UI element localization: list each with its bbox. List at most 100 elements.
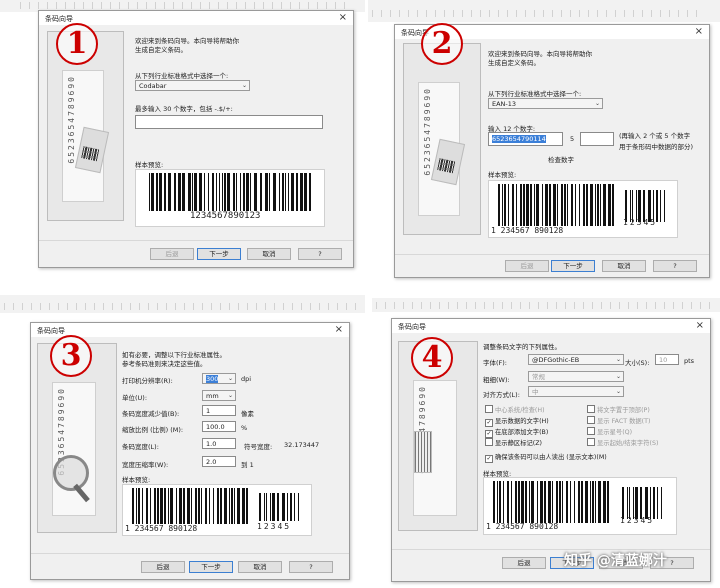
barcode-sticker-icon <box>430 138 466 186</box>
intro-line-2: 参考条码准则来决定这些值。 <box>122 360 207 368</box>
help-button[interactable]: ? <box>298 248 342 260</box>
cancel-button[interactable]: 取消 <box>238 561 282 573</box>
close-icon[interactable]: × <box>339 12 347 23</box>
alignment-select[interactable]: 中 ⌄ <box>528 386 624 397</box>
back-button[interactable]: 后退 <box>502 557 546 569</box>
field-label-bar-width: 条码宽度(L): <box>122 443 159 451</box>
barcode-bar <box>178 173 181 211</box>
barcode-bar <box>622 487 624 519</box>
back-button[interactable]: 后退 <box>150 248 194 260</box>
barcode-bar <box>191 488 192 524</box>
button-divider <box>31 553 349 554</box>
human-readable-checkbox[interactable]: ✓ 确保该条码可以由人读出 (显示文本)(M) <box>485 452 607 463</box>
bar-width-reduction-unit: 像素 <box>241 410 254 418</box>
barcode-bar <box>518 481 520 523</box>
barcode-format-select[interactable]: Codabar ⌄ <box>135 80 250 91</box>
industry-format-label: 从下列行业标准格式中选择一个: <box>488 90 582 98</box>
next-button[interactable]: 下一步 <box>197 248 241 260</box>
barcode-bar <box>174 173 176 211</box>
show-fact-data-label: 显示 FACT 数据(T) <box>597 418 651 425</box>
sample-preview-label: 样本预览: <box>122 476 151 484</box>
addon-hint-line-2: 用于条形码中数据的部分) <box>619 143 694 151</box>
barcode-bar <box>157 488 159 524</box>
close-icon[interactable]: × <box>696 320 704 331</box>
barcode-bar <box>220 488 222 524</box>
barcode-format-select[interactable]: EAN-13 ⌄ <box>488 98 603 109</box>
barcode-label-card: 6523654789690 <box>52 382 96 516</box>
barcode-bar <box>567 184 568 226</box>
text-at-bottom-checkbox[interactable]: ✓ 在底部添加文字(B) <box>485 427 548 438</box>
help-button[interactable]: ? <box>289 561 333 573</box>
barcode-bar <box>603 184 606 226</box>
field-label-units: 单位(U): <box>122 394 148 402</box>
barcode-bar <box>516 184 517 226</box>
barcode-bar <box>557 184 558 226</box>
center-check-checkbox[interactable]: 中心系统/检查(H) <box>485 405 545 414</box>
barcode-bar <box>287 493 288 521</box>
sample-preview-label: 样本预览: <box>488 171 517 179</box>
addon-digits-input[interactable] <box>580 132 614 146</box>
help-button[interactable]: ? <box>653 260 697 272</box>
barcode-bar <box>540 481 543 523</box>
close-icon[interactable]: × <box>335 324 343 335</box>
barcode-bar <box>188 173 191 211</box>
cancel-button[interactable]: 取消 <box>602 260 646 272</box>
barcode-bar <box>530 184 532 226</box>
back-button[interactable]: 后退 <box>141 561 185 573</box>
size-input[interactable]: 10 <box>655 354 679 365</box>
resolution-value: 300 <box>206 375 219 383</box>
barcode-digits-input[interactable] <box>135 115 323 129</box>
magnifier-icon <box>53 455 89 491</box>
field-label-bar-width-reduction: 条码宽度减少值(B): <box>122 410 180 418</box>
bar-width-input[interactable]: 1.0 <box>202 438 236 449</box>
barcode-bar <box>657 487 658 519</box>
barcode-bar <box>156 173 158 211</box>
ruler-mid-right <box>376 302 711 309</box>
quiet-zone-label: 显示静区标记(Z) <box>495 440 543 447</box>
back-button[interactable]: 后退 <box>505 260 549 272</box>
barcode-text: 1 234567 890128 <box>491 226 564 235</box>
bar-width-reduction-input[interactable]: 1 <box>202 405 236 416</box>
show-data-text-checkbox[interactable]: ✓ 显示数据的文字(H) <box>485 416 549 427</box>
barcode-bar <box>559 481 561 523</box>
barcode-format-value: Codabar <box>139 82 167 90</box>
cancel-button[interactable]: 取消 <box>247 248 291 260</box>
width-ratio-input[interactable]: 2.0 <box>202 456 236 467</box>
chevron-down-icon: ⌄ <box>241 82 247 89</box>
show-asterisk-checkbox[interactable]: 显示星号(Q) <box>587 427 632 436</box>
show-data-text-label: 显示数据的文字(H) <box>495 418 549 425</box>
font-select[interactable]: @DFGothic-EB ⌄ <box>528 354 624 365</box>
weight-select[interactable]: 常规 ⌄ <box>528 371 624 382</box>
chevron-down-icon: ⌄ <box>615 373 621 380</box>
resolution-select[interactable]: 300 ⌄ <box>202 373 236 384</box>
next-button[interactable]: 下一步 <box>551 260 595 272</box>
barcode-bar <box>525 481 527 523</box>
alignment-label: 对齐方式(L): <box>483 391 520 399</box>
barcode-bar <box>229 488 230 524</box>
next-button[interactable]: 下一步 <box>189 561 233 573</box>
barcode-bar <box>578 481 580 523</box>
barcode-digits-input[interactable]: 6523654790114 <box>488 132 563 146</box>
barcode-bar <box>640 487 642 519</box>
barcode-bar <box>579 184 580 226</box>
barcode-bar <box>179 488 182 524</box>
barcode-bar <box>291 173 294 211</box>
barcode-bar <box>607 481 609 523</box>
intro-text: 调整条码文字的下列属性。 <box>483 343 561 351</box>
quiet-zone-checkbox[interactable]: 显示静区标记(Z) <box>485 438 542 447</box>
barcode-bar <box>277 493 279 521</box>
units-select[interactable]: mm ⌄ <box>202 390 236 401</box>
barcode-bar <box>282 493 285 521</box>
barcode-bar <box>309 173 311 211</box>
barcode-digits-value: 6523654790114 <box>492 135 546 143</box>
barcode-bar <box>499 481 501 523</box>
barcode-bar <box>269 173 270 211</box>
barcode-bar <box>234 488 235 524</box>
text-on-top-checkbox[interactable]: 将文字置于顶部(P) <box>587 405 650 414</box>
show-start-stop-checkbox[interactable]: 显示起始/结束字符(S) <box>587 438 658 447</box>
scale-input[interactable]: 100.0 <box>202 421 236 432</box>
barcode-bar <box>264 493 265 521</box>
show-fact-data-checkbox[interactable]: 显示 FACT 数据(T) <box>587 416 650 425</box>
close-icon[interactable]: × <box>695 26 703 37</box>
barcode-bar <box>497 481 498 523</box>
